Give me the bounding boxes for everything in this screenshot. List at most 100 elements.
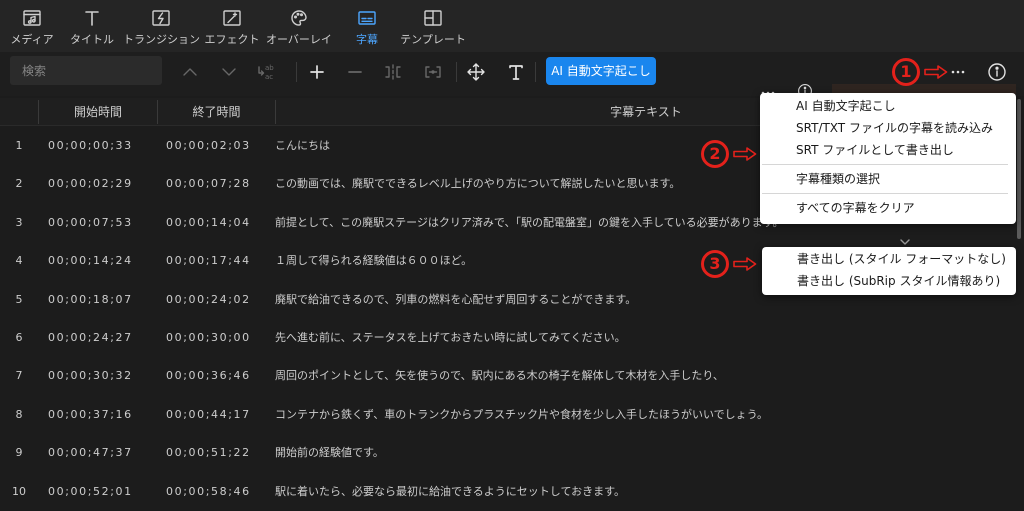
subtitle-row[interactable]: 8 00;00;37;16 00;00;44;17 コンテナから鉄くず、車のトランクか…: [0, 396, 1016, 434]
start-time-cell[interactable]: 00;00;52;01: [48, 473, 153, 511]
split-icon: [385, 64, 401, 80]
end-time-cell[interactable]: 00;00;51;22: [166, 434, 271, 472]
tab-overlay[interactable]: オーバーレイ: [264, 0, 334, 52]
delete-subtitle-button[interactable]: [345, 62, 365, 82]
find-next-button[interactable]: [219, 62, 239, 82]
tab-template[interactable]: テンプレート: [398, 0, 468, 52]
tab-effect[interactable]: エフェクト: [200, 0, 264, 52]
subtitle-row[interactable]: 6 00;00;24;27 00;00;30;00 先へ進む前に、ステータスを上げてお…: [0, 319, 1016, 357]
end-time-cell[interactable]: 00;00;14;04: [166, 204, 271, 242]
end-time-cell[interactable]: 00;00;36;46: [166, 357, 271, 395]
position-button[interactable]: [466, 62, 486, 82]
tab-transition[interactable]: トランジション: [123, 0, 200, 52]
row-index: 5: [15, 292, 23, 306]
plus-icon: [310, 65, 324, 79]
start-time-cell[interactable]: 00;00;30;32: [48, 357, 153, 395]
end-time-cell[interactable]: 00;00;24;02: [166, 281, 271, 319]
annotation-step-2: 2: [701, 140, 729, 168]
start-time-cell[interactable]: 00;00;07;53: [48, 204, 153, 242]
menu-item-subtitle-type[interactable]: 字幕種類の選択: [760, 168, 1016, 190]
table-scrollbar-thumb[interactable]: [1017, 99, 1021, 239]
row-index: 8: [15, 407, 23, 421]
more-icon: [951, 70, 965, 74]
row-index: 7: [15, 369, 23, 383]
row-index: 2: [15, 177, 23, 191]
tab-label: タイトル: [70, 33, 114, 46]
start-time-cell[interactable]: 00;00;18;07: [48, 281, 153, 319]
add-subtitle-button[interactable]: [307, 62, 327, 82]
start-time-cell[interactable]: 00;00;24;27: [48, 319, 153, 357]
arrow-right-icon: [733, 147, 757, 161]
menu-item-import-srt-txt[interactable]: SRT/TXT ファイルの字幕を読み込み: [760, 117, 1016, 139]
row-index: 1: [15, 139, 23, 152]
subtitle-row[interactable]: 7 00;00;30;32 00;00;36;46 周回のポイントとして、矢を使うので…: [0, 357, 1016, 395]
start-time-cell[interactable]: 00;00;37;16: [48, 396, 153, 434]
menu-item-ai-transcribe[interactable]: AI 自動文字起こし: [760, 95, 1016, 117]
arrow-right-icon: [924, 65, 948, 79]
replace-button[interactable]: ab ac: [256, 62, 278, 82]
tab-label: 字幕: [356, 33, 378, 46]
search-input[interactable]: [10, 56, 162, 85]
replace-icon-text-top: ab: [265, 64, 274, 72]
subtitle-row[interactable]: 9 00;00;47;37 00;00;51;22 開始前の経験値です。: [0, 434, 1016, 472]
start-time-cell[interactable]: 00;00;02;29: [48, 165, 153, 203]
menu-divider: [760, 190, 1016, 197]
end-time-cell[interactable]: 00;00;30;00: [166, 319, 271, 357]
subtitle-text-cell[interactable]: コンテナから鉄くず、車のトランクからプラスチック片や食材を少し入手したほうがいい…: [275, 396, 1015, 434]
end-time-cell[interactable]: 00;00;17;44: [166, 242, 271, 280]
replace-icon-text-bottom: ac: [265, 73, 273, 81]
subtitle-text-cell[interactable]: 駅に着いたら、必要なら最初に給油できるようにセットしておきます。: [275, 473, 1015, 511]
submenu-item-export-plain[interactable]: 書き出し (スタイル フォーマットなし): [762, 248, 1016, 270]
start-time-cell[interactable]: 00;00;14;24: [48, 242, 153, 280]
find-previous-button[interactable]: [180, 62, 200, 82]
annotation-step-1: 1: [892, 58, 920, 86]
row-index: 9: [15, 446, 23, 460]
end-time-cell[interactable]: 00;00;07;28: [166, 165, 271, 203]
annotation-number: 2: [709, 144, 721, 163]
text-style-icon: [509, 65, 523, 80]
toolbar-divider: [296, 62, 297, 82]
menu-item-export-srt[interactable]: SRT ファイルとして書き出し: [760, 139, 1016, 161]
start-time-cell[interactable]: 00;00;47;37: [48, 434, 153, 472]
text-style-button[interactable]: [506, 62, 526, 82]
more-options-menu: AI 自動文字起こし SRT/TXT ファイルの字幕を読み込み SRT ファイル…: [760, 93, 1016, 224]
tab-label: テンプレート: [400, 33, 466, 46]
merge-icon: [425, 66, 441, 78]
tab-title[interactable]: タイトル: [62, 0, 122, 52]
chevron-down-icon: [222, 68, 236, 76]
merge-subtitle-button[interactable]: [423, 62, 443, 82]
subtitle-text-cell[interactable]: 開始前の経験値です。: [275, 434, 1015, 472]
end-time-cell[interactable]: 00;00;02;03: [166, 127, 271, 165]
replace-icon: ab ac: [258, 64, 274, 81]
more-options-button[interactable]: [948, 62, 968, 82]
subtitle-text-cell[interactable]: 先へ進む前に、ステータスを上げておきたい時に試してみてください。: [275, 319, 1015, 357]
menu-item-clear-all[interactable]: すべての字幕をクリア: [760, 197, 1016, 219]
split-subtitle-button[interactable]: [383, 62, 403, 82]
annotation-number: 1: [900, 62, 912, 81]
row-index: 10: [12, 484, 26, 498]
end-time-column-header[interactable]: 終了時間: [157, 100, 275, 124]
tab-label: トランジション: [123, 33, 200, 46]
template-icon: [424, 10, 442, 26]
submenu-item-export-subrip[interactable]: 書き出し (SubRip スタイル情報あり): [762, 270, 1016, 292]
transition-icon: [152, 10, 170, 26]
subtitle-text-cell[interactable]: 周回のポイントとして、矢を使うので、駅内にある木の椅子を解体して木材を入手したり…: [275, 357, 1015, 395]
annotation-step-3: 3: [701, 250, 729, 278]
move-icon: [467, 63, 485, 81]
tab-label: メディア: [10, 33, 54, 46]
arrow-right-icon: [733, 257, 757, 271]
ai-transcribe-button[interactable]: AI 自動文字起こし: [546, 57, 656, 85]
category-tab-bar: メディア タイトル トランジション エフェクト オーバーレイ 字幕 テンプレート: [0, 0, 1024, 52]
overlay-icon: [291, 10, 307, 26]
toolbar-divider: [456, 62, 457, 82]
subtitle-row[interactable]: 10 00;00;52;01 00;00;58;46 駅に着いたら、必要なら最初に給油…: [0, 473, 1016, 511]
tab-label: エフェクト: [204, 33, 260, 46]
tab-media[interactable]: メディア: [2, 0, 62, 52]
title-icon: [85, 11, 99, 26]
end-time-cell[interactable]: 00;00;58;46: [166, 473, 271, 511]
start-time-cell[interactable]: 00;00;00;33: [48, 127, 153, 165]
info-button[interactable]: [987, 62, 1007, 82]
tab-subtitles[interactable]: 字幕: [337, 0, 397, 52]
start-time-column-header[interactable]: 開始時間: [38, 100, 157, 124]
end-time-cell[interactable]: 00;00;44;17: [166, 396, 271, 434]
